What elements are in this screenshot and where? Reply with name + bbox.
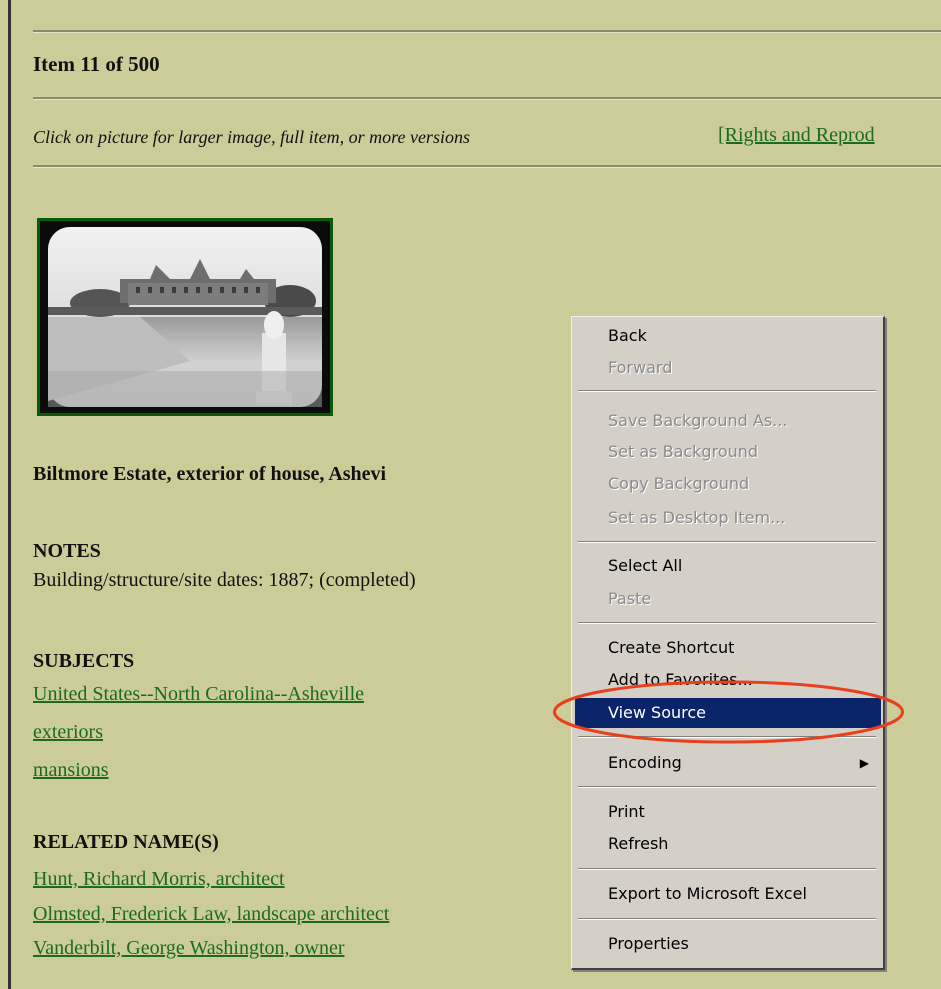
- submenu-arrow-icon: ▶: [859, 756, 869, 770]
- related-name-link[interactable]: Hunt, Richard Morris, architect: [33, 868, 285, 891]
- related-names-heading: RELATED NAME(S): [33, 831, 219, 853]
- divider-middle: [33, 97, 941, 100]
- menu-item-create-shortcut[interactable]: Create Shortcut: [575, 633, 881, 663]
- notes-heading: NOTES: [33, 540, 101, 562]
- menu-item-paste[interactable]: Paste: [575, 584, 881, 614]
- item-title: Biltmore Estate, exterior of house, Ashe…: [33, 463, 387, 485]
- notes-text: Building/structure/site dates: 1887; (co…: [33, 569, 416, 591]
- click-hint-text: Click on picture for larger image, full …: [33, 127, 470, 147]
- rights-reproduction-link[interactable]: [Rights and Reprod: [718, 124, 875, 147]
- subjects-heading: SUBJECTS: [33, 650, 135, 672]
- menu-separator: [578, 622, 876, 624]
- item-counter: Item 11 of 500: [33, 52, 160, 76]
- menu-item-set-background[interactable]: Set as Background: [575, 437, 881, 467]
- menu-item-export-excel[interactable]: Export to Microsoft Excel: [575, 879, 881, 909]
- menu-separator: [578, 786, 876, 788]
- menu-item-encoding[interactable]: Encoding ▶: [575, 748, 881, 778]
- item-thumbnail[interactable]: [37, 218, 333, 416]
- page-left-border: [8, 0, 11, 989]
- subject-link[interactable]: exteriors: [33, 721, 103, 744]
- subject-link[interactable]: mansions: [33, 759, 109, 782]
- menu-item-copy-background[interactable]: Copy Background: [575, 469, 881, 499]
- menu-item-refresh[interactable]: Refresh: [575, 829, 881, 859]
- context-menu: Back Forward Save Background As... Set a…: [571, 316, 885, 970]
- menu-separator: [578, 868, 876, 870]
- related-name-link[interactable]: Vanderbilt, George Washington, owner: [33, 937, 344, 960]
- menu-separator: [578, 541, 876, 543]
- menu-separator: [578, 918, 876, 920]
- divider-bottom: [33, 165, 941, 168]
- menu-item-properties[interactable]: Properties: [575, 929, 881, 959]
- menu-separator: [578, 390, 876, 392]
- menu-separator: [578, 736, 876, 738]
- menu-item-back[interactable]: Back: [575, 321, 881, 351]
- menu-item-forward[interactable]: Forward: [575, 353, 881, 383]
- menu-item-set-desktop-item[interactable]: Set as Desktop Item...: [575, 503, 881, 533]
- menu-item-encoding-label: Encoding: [608, 753, 682, 772]
- related-name-link[interactable]: Olmsted, Frederick Law, landscape archit…: [33, 903, 389, 926]
- menu-item-print[interactable]: Print: [575, 797, 881, 827]
- menu-item-view-source[interactable]: View Source: [575, 698, 881, 728]
- divider-top: [33, 30, 941, 33]
- menu-item-save-background[interactable]: Save Background As...: [575, 406, 881, 436]
- menu-item-select-all[interactable]: Select All: [575, 551, 881, 581]
- menu-item-add-to-favorites[interactable]: Add to Favorites...: [575, 665, 881, 695]
- subject-link[interactable]: United States--North Carolina--Asheville: [33, 683, 364, 706]
- mansion-photo-image: [48, 227, 322, 407]
